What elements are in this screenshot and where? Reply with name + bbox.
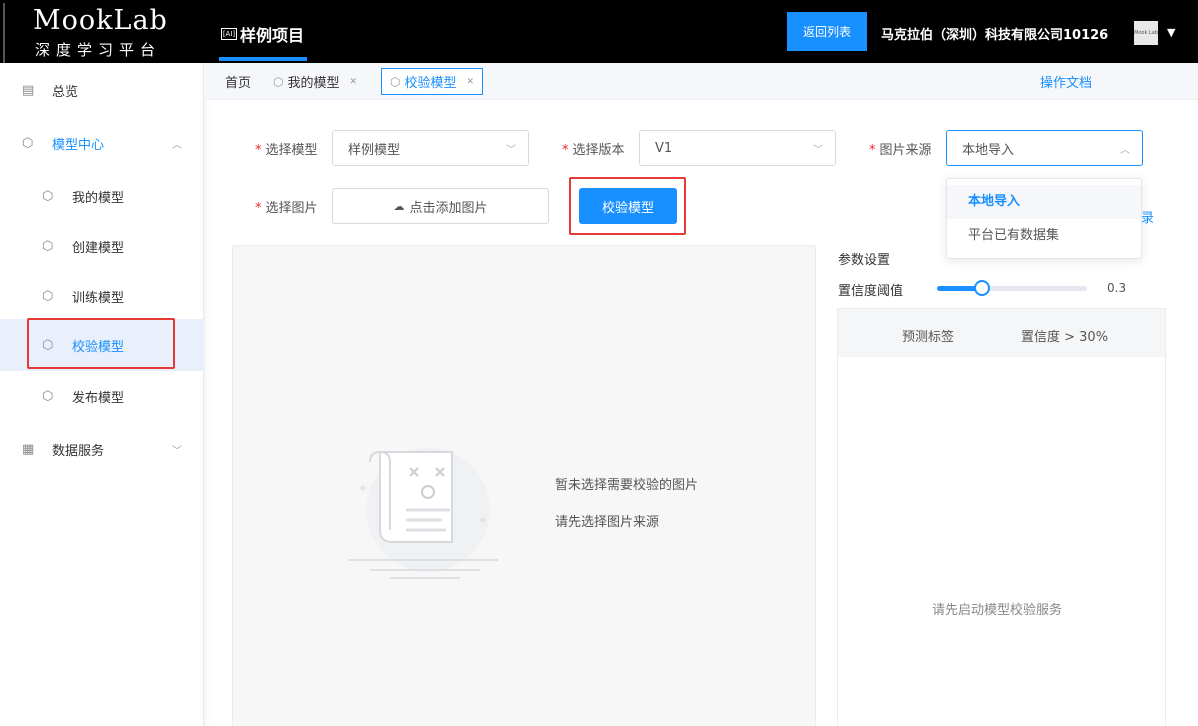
chevron-down-icon: ﹀: [172, 445, 182, 457]
model-select-value: 样例模型: [348, 142, 401, 158]
close-icon[interactable]: ✕: [467, 77, 475, 87]
cube-icon: ⬡: [42, 238, 54, 254]
sidebar-item-label: 模型中心: [52, 137, 105, 153]
sidebar-item-train-model[interactable]: ⬡ 训练模型: [0, 271, 204, 321]
version-select[interactable]: V1 ﹀: [639, 130, 836, 166]
tab-label: 校验模型: [404, 76, 457, 91]
ai-icon: [AI]: [221, 28, 237, 40]
sidebar-item-label: 训练模型: [72, 290, 125, 306]
company-name: 马克拉伯（深圳）科技有限公司10126: [881, 28, 1109, 43]
col-confidence: 置信度 > 30%: [1021, 330, 1109, 345]
back-to-list-button[interactable]: 返回列表: [787, 12, 867, 51]
sidebar-item-label: 发布模型: [72, 390, 125, 406]
chevron-down-icon: ﹀: [506, 144, 516, 156]
sidebar-item-model-center[interactable]: ⬡ 模型中心 ︿: [0, 118, 204, 168]
chevron-up-icon: ︿: [1120, 144, 1130, 156]
sidebar-item-label: 数据服务: [52, 443, 105, 459]
col-predicted-label: 预测标签: [902, 330, 955, 345]
logo-sub-text: 深度学习平台: [35, 41, 162, 59]
dropdown-option-dataset[interactable]: 平台已有数据集: [947, 219, 1141, 253]
source-select[interactable]: 本地导入 ︿: [946, 130, 1143, 166]
tab-home[interactable]: 首页: [225, 68, 251, 95]
dropdown-option-local[interactable]: 本地导入: [947, 185, 1141, 219]
tab-my-models[interactable]: ⬡ 我的模型 ✕: [273, 68, 357, 95]
confidence-slider-handle[interactable]: [974, 280, 990, 296]
sidebar: ▤ 总览 ⬡ 模型中心 ︿ ⬡ 我的模型 ⬡ 创建模型 ⬡ 训练模型 ⬡ 校验模…: [0, 63, 204, 726]
docs-link[interactable]: 操作文档: [1040, 72, 1092, 91]
cube-icon: ⬡: [42, 188, 54, 204]
results-empty-message: 请先启动模型校验服务: [932, 603, 1063, 618]
close-icon[interactable]: ✕: [350, 77, 358, 87]
version-label: * 选择版本: [562, 143, 625, 158]
sidebar-item-overview[interactable]: ▤ 总览: [0, 65, 204, 115]
add-image-button[interactable]: ☁ 点击添加图片: [332, 188, 549, 224]
tab-label: 首页: [225, 76, 252, 91]
sidebar-item-my-models[interactable]: ⬡ 我的模型: [0, 171, 204, 221]
params-title: 参数设置: [838, 253, 891, 268]
source-select-value: 本地导入: [962, 142, 1015, 158]
cube-icon: ⬡: [22, 135, 34, 151]
cube-icon: ⬡: [273, 74, 284, 89]
version-select-value: V1: [655, 140, 673, 156]
highlight-box-sidebar: [27, 318, 175, 369]
caret-down-icon[interactable]: ▼: [1167, 26, 1175, 39]
top-bar: MookLab 深度学习平台 [AI] 样例项目 返回列表 马克拉伯（深圳）科技…: [0, 0, 1198, 63]
cube-icon: ⬡: [42, 288, 54, 304]
empty-document-icon: [340, 440, 510, 589]
cube-icon: ⬡: [42, 388, 54, 404]
project-title[interactable]: [AI] 样例项目: [221, 22, 304, 46]
add-image-label: 点击添加图片: [409, 200, 488, 216]
source-dropdown-menu: 本地导入 平台已有数据集: [946, 178, 1142, 259]
empty-message-primary: 暂未选择需要校验的图片: [555, 478, 699, 493]
confidence-label: 置信度阈值: [838, 284, 904, 299]
sidebar-item-create-model[interactable]: ⬡ 创建模型: [0, 221, 204, 271]
model-label: * 选择模型: [255, 143, 318, 158]
sidebar-item-label: 创建模型: [72, 240, 125, 256]
tab-label: 我的模型: [287, 76, 340, 91]
overview-icon: ▤: [22, 82, 35, 98]
results-header: 预测标签 置信度 > 30%: [838, 309, 1165, 357]
project-active-underline: [219, 57, 307, 61]
sidebar-item-label: 我的模型: [72, 190, 125, 206]
logo-main-text: MookLab: [33, 5, 168, 36]
cube-icon: ⬡: [390, 74, 401, 89]
chevron-up-icon: ︿: [172, 139, 182, 151]
model-select[interactable]: 样例模型 ﹀: [332, 130, 529, 166]
confidence-value: 0.3: [1107, 281, 1127, 295]
image-preview-area: [232, 245, 816, 726]
highlight-box-verify-button: [569, 177, 686, 235]
database-icon: ▦: [22, 441, 35, 457]
prediction-results-table: 预测标签 置信度 > 30% 请先启动模型校验服务: [837, 308, 1166, 726]
project-title-text: 样例项目: [240, 26, 305, 45]
empty-message-secondary: 请先选择图片来源: [555, 515, 660, 530]
cloud-upload-icon: ☁: [393, 199, 405, 213]
record-link-fragment[interactable]: 录: [1141, 207, 1154, 226]
logo[interactable]: MookLab 深度学习平台: [3, 3, 204, 63]
sidebar-item-publish-model[interactable]: ⬡ 发布模型: [0, 371, 204, 421]
avatar[interactable]: Mook Lab: [1134, 21, 1158, 45]
tab-verify-model[interactable]: ⬡ 校验模型 ✕: [381, 68, 484, 95]
image-label: * 选择图片: [255, 201, 318, 216]
source-label: * 图片来源: [869, 143, 932, 158]
sidebar-item-label: 总览: [52, 84, 79, 100]
chevron-down-icon: ﹀: [813, 144, 823, 156]
sidebar-item-data-service[interactable]: ▦ 数据服务 ﹀: [0, 424, 204, 474]
